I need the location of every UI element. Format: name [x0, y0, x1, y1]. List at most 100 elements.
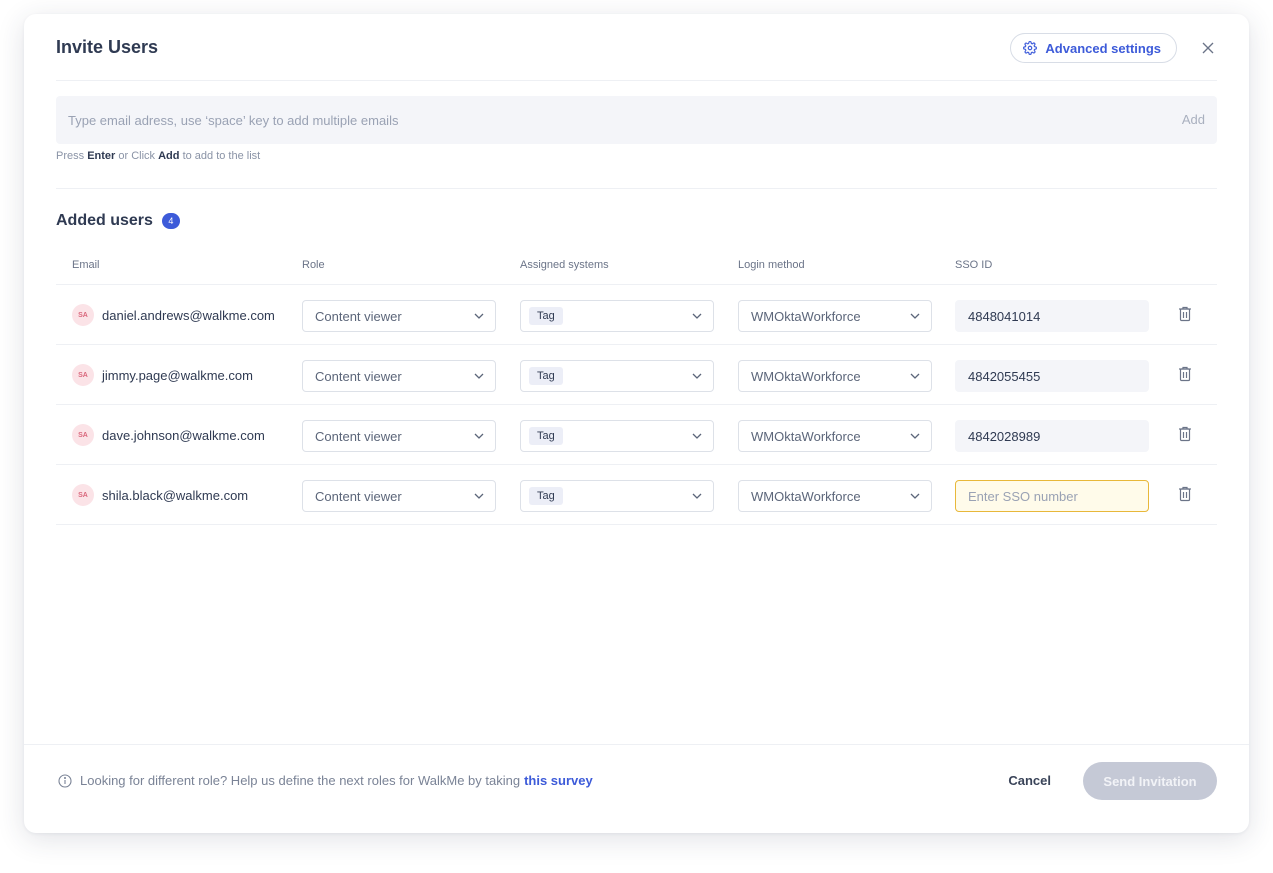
column-header-email: Email	[72, 259, 100, 271]
column-header-systems: Assigned systems	[520, 259, 609, 271]
trash-icon[interactable]	[1178, 486, 1192, 507]
role-value: Content viewer	[315, 488, 402, 504]
divider	[56, 188, 1217, 189]
chevron-down-icon	[691, 370, 703, 385]
role-cell: Content viewer	[302, 480, 496, 512]
chevron-down-icon	[473, 490, 485, 505]
chevron-down-icon	[473, 430, 485, 445]
user-count-badge: 4	[161, 213, 180, 229]
sso-cell	[955, 480, 1149, 512]
systems-cell: Tag	[520, 480, 714, 512]
sso-id-input[interactable]	[955, 300, 1149, 332]
table-header: Email Role Assigned systems Login method…	[56, 250, 1217, 285]
role-value: Content viewer	[315, 428, 402, 444]
systems-cell: Tag	[520, 300, 714, 332]
sso-cell	[955, 420, 1149, 452]
sso-id-input[interactable]	[955, 480, 1149, 512]
table-row: SA shila.black@walkme.com Content viewer…	[56, 465, 1217, 525]
hint-add-key: Add	[158, 150, 180, 162]
system-tag: Tag	[529, 367, 563, 385]
advanced-settings-label: Advanced settings	[1045, 40, 1161, 56]
role-cell: Content viewer	[302, 420, 496, 452]
modal-title: Invite Users	[56, 37, 159, 57]
system-tag: Tag	[529, 307, 563, 325]
email-input[interactable]	[56, 96, 1096, 144]
trash-icon[interactable]	[1178, 366, 1192, 387]
trash-icon[interactable]	[1178, 426, 1192, 447]
avatar: SA	[72, 304, 94, 326]
input-hint: Press Enter or Click Add to add to the l…	[56, 150, 260, 162]
email-cell: SA jimmy.page@walkme.com	[72, 364, 253, 386]
login-method-select[interactable]: WMOktaWorkforce	[738, 300, 932, 332]
chevron-down-icon	[909, 490, 921, 505]
advanced-settings-button[interactable]: Advanced settings	[1010, 33, 1177, 63]
column-header-role: Role	[302, 259, 325, 271]
column-header-sso: SSO ID	[955, 259, 993, 271]
users-table: Email Role Assigned systems Login method…	[56, 250, 1217, 525]
chevron-down-icon	[691, 430, 703, 445]
close-icon[interactable]	[1199, 39, 1217, 57]
added-users-heading: Added users 4	[56, 212, 180, 230]
avatar: SA	[72, 364, 94, 386]
user-email: jimmy.page@walkme.com	[102, 367, 253, 383]
login-cell: WMOktaWorkforce	[738, 300, 932, 332]
systems-cell: Tag	[520, 360, 714, 392]
systems-select[interactable]: Tag	[520, 480, 714, 512]
chevron-down-icon	[909, 310, 921, 325]
survey-link[interactable]: this survey	[524, 773, 593, 788]
invite-users-modal: Invite Users Advanced settings Add Press…	[24, 14, 1249, 833]
login-method-value: WMOktaWorkforce	[751, 488, 861, 504]
systems-select[interactable]: Tag	[520, 360, 714, 392]
system-tag: Tag	[529, 427, 563, 445]
role-cell: Content viewer	[302, 360, 496, 392]
modal-header: Invite Users Advanced settings	[56, 14, 1217, 81]
cancel-button[interactable]: Cancel	[1008, 773, 1051, 788]
login-method-value: WMOktaWorkforce	[751, 368, 861, 384]
sso-cell	[955, 360, 1149, 392]
login-method-select[interactable]: WMOktaWorkforce	[738, 480, 932, 512]
login-method-value: WMOktaWorkforce	[751, 428, 861, 444]
email-input-container: Add	[56, 96, 1217, 144]
info-icon	[58, 773, 72, 788]
trash-icon[interactable]	[1178, 306, 1192, 327]
role-select[interactable]: Content viewer	[302, 360, 496, 392]
email-cell: SA dave.johnson@walkme.com	[72, 424, 265, 446]
gear-icon	[1023, 41, 1038, 55]
role-select[interactable]: Content viewer	[302, 300, 496, 332]
role-select[interactable]: Content viewer	[302, 480, 496, 512]
table-row: SA daniel.andrews@walkme.com Content vie…	[56, 285, 1217, 345]
role-value: Content viewer	[315, 308, 402, 324]
role-select[interactable]: Content viewer	[302, 420, 496, 452]
avatar: SA	[72, 484, 94, 506]
send-invitation-button[interactable]: Send Invitation	[1083, 762, 1217, 800]
email-cell: SA shila.black@walkme.com	[72, 484, 248, 506]
sso-id-input[interactable]	[955, 420, 1149, 452]
login-method-select[interactable]: WMOktaWorkforce	[738, 420, 932, 452]
user-email: shila.black@walkme.com	[102, 487, 249, 503]
survey-info: Looking for different role? Help us defi…	[58, 773, 593, 788]
systems-select[interactable]: Tag	[520, 420, 714, 452]
add-email-button[interactable]: Add	[1182, 112, 1205, 127]
table-row: SA dave.johnson@walkme.com Content viewe…	[56, 405, 1217, 465]
system-tag: Tag	[529, 487, 563, 505]
table-row: SA jimmy.page@walkme.com Content viewer …	[56, 345, 1217, 405]
chevron-down-icon	[691, 490, 703, 505]
role-value: Content viewer	[315, 368, 402, 384]
chevron-down-icon	[473, 310, 485, 325]
modal-footer: Looking for different role? Help us defi…	[24, 744, 1249, 833]
column-header-login: Login method	[738, 259, 805, 271]
hint-text: to add to the list	[182, 150, 261, 162]
systems-cell: Tag	[520, 420, 714, 452]
systems-select[interactable]: Tag	[520, 300, 714, 332]
role-cell: Content viewer	[302, 300, 496, 332]
email-cell: SA daniel.andrews@walkme.com	[72, 304, 275, 326]
sso-cell	[955, 300, 1149, 332]
chevron-down-icon	[909, 370, 921, 385]
hint-enter-key: Enter	[87, 150, 116, 162]
chevron-down-icon	[473, 370, 485, 385]
user-email: daniel.andrews@walkme.com	[102, 307, 275, 323]
login-method-select[interactable]: WMOktaWorkforce	[738, 360, 932, 392]
chevron-down-icon	[909, 430, 921, 445]
sso-id-input[interactable]	[955, 360, 1149, 392]
info-text: Looking for different role? Help us defi…	[80, 773, 521, 788]
